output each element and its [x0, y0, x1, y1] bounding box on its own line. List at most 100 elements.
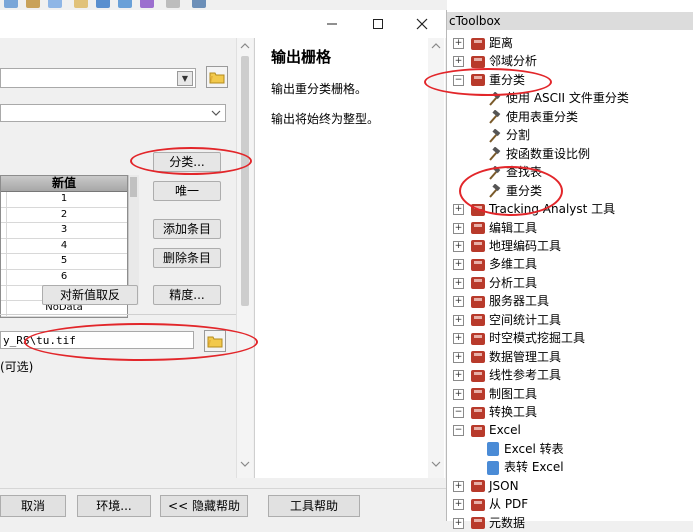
toolbox-icon [471, 332, 485, 345]
tree-item-label: Excel 转表 [504, 441, 564, 456]
toolbar-icon[interactable] [4, 0, 18, 8]
tree-item[interactable]: 距离 [471, 34, 513, 52]
environments-button[interactable]: 环境... [77, 495, 151, 517]
expand-icon[interactable]: + [453, 351, 464, 363]
expand-icon[interactable]: + [453, 388, 464, 400]
scroll-thumb[interactable] [130, 177, 137, 197]
table-row[interactable]: 4 [1, 238, 127, 255]
tree-item[interactable]: 元数据 [471, 514, 525, 532]
tree-item-label: 服务器工具 [489, 294, 550, 309]
tree-item[interactable]: Excel [471, 421, 521, 439]
maximize-button[interactable] [356, 10, 400, 38]
tree-item[interactable]: 线性参考工具 [471, 366, 561, 384]
tree-item[interactable]: 时空模式挖掘工具 [471, 329, 585, 347]
toolbar-icon[interactable] [26, 0, 40, 8]
tree-item[interactable]: 查找表 [487, 163, 542, 181]
close-button[interactable] [400, 10, 444, 38]
tree-item[interactable]: 转换工具 [471, 403, 537, 421]
table-row[interactable]: 2 [1, 207, 127, 224]
expand-icon[interactable]: + [453, 56, 464, 68]
unique-button[interactable]: 唯一 [153, 181, 221, 201]
tree-item[interactable]: 服务器工具 [471, 292, 549, 310]
help-pane: 输出栅格 输出重分类栅格。 输出将始终为整型。 [254, 38, 445, 478]
precision-button[interactable]: 精度... [153, 285, 221, 305]
tree-item[interactable]: 制图工具 [471, 385, 537, 403]
tree-item[interactable]: 邻域分析 [471, 52, 537, 70]
tree-item[interactable]: 分析工具 [471, 274, 537, 292]
toolbox-icon [471, 258, 485, 271]
hammer-icon [489, 110, 501, 124]
toolbar-icon[interactable] [74, 0, 88, 8]
tree-item[interactable]: Excel 转表 [487, 440, 564, 458]
cancel-button[interactable]: 取消 [0, 495, 66, 517]
browse-output-button[interactable] [204, 330, 226, 352]
reclass-field-select[interactable] [0, 104, 226, 122]
toolbar-icon[interactable] [140, 0, 154, 8]
help-scrollbar[interactable] [428, 38, 444, 478]
tree-item[interactable]: 按函数重设比例 [487, 145, 590, 163]
chevron-down-icon[interactable]: ▼ [177, 71, 193, 86]
tree-item[interactable]: Tracking Analyst 工具 [471, 200, 615, 218]
expand-icon[interactable]: + [453, 259, 464, 271]
tree-item[interactable]: 编辑工具 [471, 219, 537, 237]
reverse-new-values-button[interactable]: 对新值取反 [42, 285, 138, 305]
output-raster-field[interactable]: y_RS\tu.tif [0, 331, 194, 349]
expand-icon[interactable]: + [453, 38, 464, 49]
collapse-icon[interactable]: − [453, 425, 464, 437]
tree-item[interactable]: 使用 ASCII 文件重分类 [487, 89, 629, 107]
expand-icon[interactable]: + [453, 296, 464, 308]
delete-entry-button[interactable]: 删除条目 [153, 248, 221, 268]
expand-icon[interactable]: + [453, 480, 464, 492]
toolset-icon [471, 74, 485, 87]
expand-icon[interactable]: + [453, 370, 464, 382]
minimize-button[interactable] [310, 10, 354, 38]
hide-help-button[interactable]: << 隐藏帮助 [160, 495, 248, 517]
tree-item[interactable]: JSON [471, 477, 519, 495]
expand-icon[interactable]: + [453, 204, 464, 216]
table-row[interactable]: 3 [1, 223, 127, 239]
expand-icon[interactable]: + [453, 222, 464, 234]
browse-input-button[interactable] [206, 66, 228, 88]
scroll-up-icon[interactable] [431, 42, 441, 50]
collapse-icon[interactable]: − [453, 74, 464, 86]
scroll-down-icon[interactable] [431, 460, 441, 468]
expand-icon[interactable]: + [453, 499, 464, 511]
script-icon [487, 460, 499, 475]
toolbar-icon[interactable] [166, 0, 180, 8]
toolbox-title-text: cToolbox [449, 14, 501, 28]
parameters-scrollbar[interactable] [236, 38, 253, 478]
tree-item[interactable]: 表转 Excel [487, 458, 564, 476]
add-entry-button[interactable]: 添加条目 [153, 219, 221, 239]
tree-item[interactable]: 多维工具 [471, 255, 537, 273]
tree-item[interactable]: 空间统计工具 [471, 311, 561, 329]
tree-item[interactable]: 分割 [487, 126, 530, 144]
table-row[interactable]: 5 [1, 254, 127, 270]
toolbar-icon[interactable] [192, 0, 206, 8]
help-title: 输出栅格 [271, 48, 332, 66]
scroll-down-icon[interactable] [240, 460, 250, 468]
tree-item[interactable]: 重分类 [487, 182, 542, 200]
tree-item[interactable]: 使用表重分类 [487, 108, 578, 126]
expand-icon[interactable]: + [453, 314, 464, 326]
toolbar-icon[interactable] [48, 0, 62, 8]
table-row[interactable]: 6 [1, 269, 127, 286]
tree-item[interactable]: 从 PDF [471, 495, 528, 513]
expand-icon[interactable]: + [453, 333, 464, 345]
toolbar-icon[interactable] [96, 0, 110, 8]
scroll-up-icon[interactable] [240, 42, 250, 50]
collapse-icon[interactable]: − [453, 407, 464, 418]
expand-icon[interactable]: + [453, 240, 464, 252]
tree-item[interactable]: 地理编码工具 [471, 237, 561, 255]
table-row[interactable]: 1 [1, 192, 127, 208]
input-raster-select[interactable]: ▼ [0, 68, 196, 88]
expand-icon[interactable]: + [453, 517, 464, 529]
toolbar-icon[interactable] [118, 0, 132, 8]
toolset-icon [471, 480, 485, 493]
tree-item[interactable]: 重分类 [471, 71, 525, 89]
tool-help-button[interactable]: 工具帮助 [268, 495, 360, 517]
tree-item-label: 制图工具 [489, 386, 538, 401]
expand-icon[interactable]: + [453, 277, 464, 289]
tree-item[interactable]: 数据管理工具 [471, 348, 561, 366]
classify-button[interactable]: 分类... [153, 152, 221, 172]
scroll-thumb[interactable] [241, 56, 249, 306]
